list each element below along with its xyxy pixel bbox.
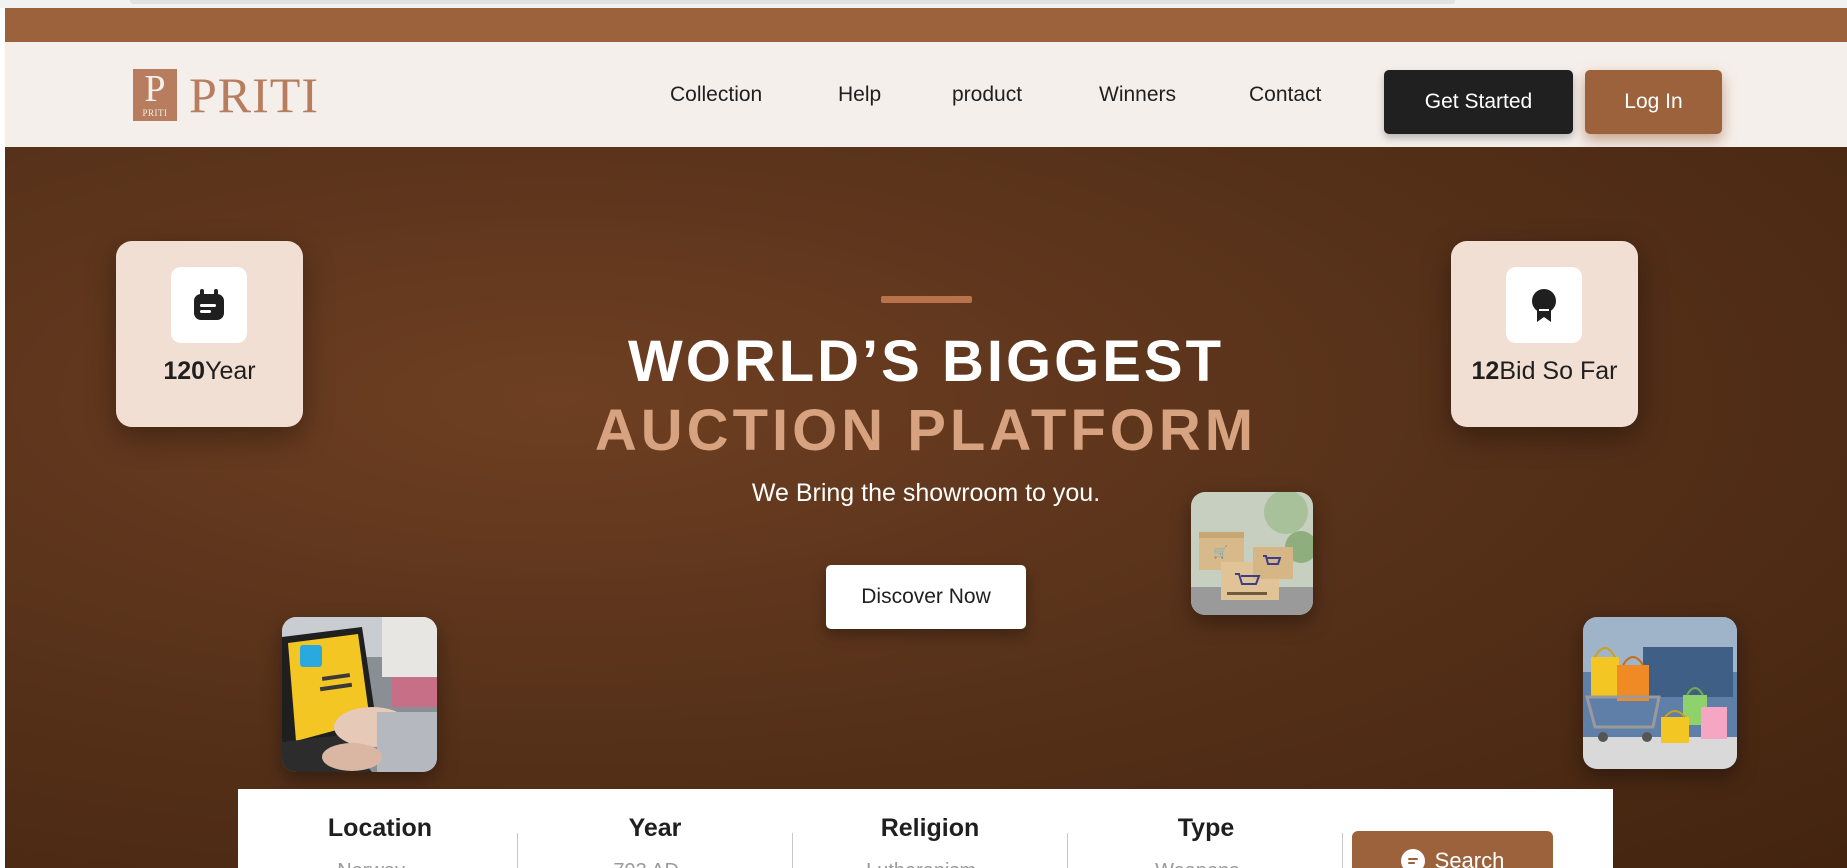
- filter-divider: [517, 833, 518, 868]
- filter-religion-value: Lutheranism: [866, 860, 976, 868]
- calendar-icon: [194, 289, 224, 320]
- nav-link-contact[interactable]: Contact: [1249, 80, 1321, 110]
- filter-location[interactable]: Location Norway ⌄: [270, 811, 490, 868]
- filter-year-select[interactable]: 793 AD ⌄: [545, 859, 765, 868]
- hero-section: 120Year 12Bid So Far WORLD’S BIGGEST AUC…: [5, 147, 1847, 868]
- filter-year-value: 793 AD: [613, 860, 679, 868]
- laptop-shopping-photo: [282, 617, 437, 772]
- filter-location-select[interactable]: Norway ⌄: [270, 859, 490, 868]
- headline-secondary: AUCTION PLATFORM: [594, 398, 1258, 463]
- chevron-down-icon: ⌄: [982, 864, 994, 868]
- shopping-cart-bags-image: [1583, 617, 1737, 769]
- filter-divider: [1342, 833, 1343, 868]
- award-icon: [1532, 289, 1556, 322]
- filter-type-label: Type: [1177, 814, 1235, 842]
- logo-letter: P: [144, 68, 166, 110]
- logo-small-text: PRITI: [142, 108, 168, 118]
- svg-text:🛒: 🛒: [1213, 545, 1228, 559]
- chevron-down-icon: ⌄: [1245, 864, 1257, 868]
- browser-tab-line: [130, 0, 1455, 4]
- search-filter-icon: [1400, 849, 1425, 868]
- nav-link-help[interactable]: Help: [838, 80, 881, 110]
- logo-text: PRITI: [189, 67, 319, 123]
- filter-location-value: Norway: [337, 860, 405, 868]
- filter-type-select[interactable]: Weapons ⌄: [1096, 859, 1316, 868]
- headline-primary: WORLD’S BIGGEST: [628, 329, 1224, 394]
- shopping-cart-bags-photo: [1583, 617, 1737, 769]
- headline-accent-bar: [881, 296, 972, 303]
- filter-location-label: Location: [327, 814, 433, 842]
- navbar: P PRITI PRITI Collection Help product Wi…: [5, 42, 1847, 147]
- filter-religion-label: Religion: [880, 814, 980, 842]
- filter-type-value: Weapons: [1155, 860, 1239, 868]
- nav-link-winners[interactable]: Winners: [1099, 80, 1176, 110]
- nav-link-collection[interactable]: Collection: [670, 80, 762, 110]
- search-button-label: Search: [1434, 848, 1505, 868]
- browser-top-strip: [0, 0, 1847, 8]
- filter-divider: [792, 833, 793, 868]
- get-started-button[interactable]: Get Started: [1384, 70, 1573, 134]
- login-button[interactable]: Log In: [1585, 70, 1722, 134]
- nav-link-product[interactable]: product: [952, 80, 1022, 110]
- search-filter-panel: Location Norway ⌄ Year 793 AD ⌄ Religion L…: [238, 789, 1613, 868]
- filter-year-label: Year: [628, 814, 682, 842]
- filter-year[interactable]: Year 793 AD ⌄: [545, 811, 765, 868]
- discover-now-button[interactable]: Discover Now: [826, 565, 1026, 629]
- filter-divider: [1067, 833, 1068, 868]
- page: P PRITI PRITI Collection Help product Wi…: [5, 8, 1847, 868]
- filter-religion-select[interactable]: Lutheranism ⌄: [820, 859, 1040, 868]
- hero-tagline: We Bring the showroom to you.: [751, 479, 1101, 507]
- filter-type[interactable]: Type Weapons ⌄: [1096, 811, 1316, 868]
- top-band: [5, 8, 1847, 42]
- shopping-boxes-image: 🛒: [1191, 492, 1313, 615]
- laptop-shopping-image: [282, 617, 437, 772]
- search-button[interactable]: Search: [1352, 831, 1553, 868]
- logo-mark: P PRITI: [133, 69, 177, 121]
- filter-religion[interactable]: Religion Lutheranism ⌄: [820, 811, 1040, 868]
- shopping-boxes-photo: 🛒: [1191, 492, 1313, 615]
- chevron-down-icon: ⌄: [411, 864, 423, 868]
- chevron-down-icon: ⌄: [685, 864, 697, 868]
- logo[interactable]: P PRITI PRITI: [133, 68, 319, 122]
